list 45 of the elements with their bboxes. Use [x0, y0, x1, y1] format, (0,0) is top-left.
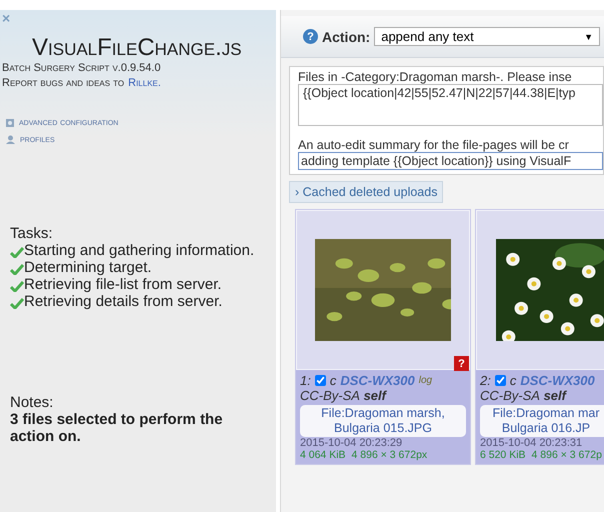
license-text: CC-By-SA: [480, 388, 540, 403]
text-area[interactable]: {{Object location|42|55|52.47|N|22|57|44.38|E|typ: [298, 84, 603, 126]
notes-text: 3 files selected to perform the action on.: [10, 411, 224, 445]
tasks-label: Tasks:: [10, 225, 54, 242]
file-index: 1:: [300, 373, 311, 388]
file-name-link[interactable]: File:Dragoman marsh, Bulgaria 015.JPG: [300, 405, 466, 437]
select-checkbox[interactable]: [494, 375, 506, 386]
summary-input[interactable]: adding template {{Object location}} using VisualF: [298, 152, 603, 170]
unknown-badge[interactable]: ?: [454, 356, 469, 371]
version-text: Batch Surgery Script v.0.9.54.0: [2, 62, 162, 74]
author-text: self: [364, 388, 386, 403]
action-label: Action:: [322, 28, 370, 44]
help-button[interactable]: ?: [303, 29, 318, 44]
file-dimensions: 4 896 × 3 672p: [532, 449, 602, 461]
files-intro-text: Files in -Category:Dragoman marsh-. Please inse: [298, 70, 573, 84]
file-dimensions: 4 896 × 3 672px: [352, 449, 428, 461]
sidebar-link[interactable]: profiles: [20, 134, 55, 145]
file-card[interactable]: ? 1: c DSC-WX300 log CC-By-SA self File:Dragoman marsh, Bulgaria 015.JPG 2015-10-04 20:23:29 4 064 KiB 4 896 × 3 672px: [295, 209, 471, 465]
file-size: 6 520 KiB: [480, 449, 526, 461]
file-name-link[interactable]: File:Dragoman mar Bulgaria 016.JP: [480, 405, 604, 437]
cached-uploads-button[interactable]: › Cached deleted uploads: [289, 181, 444, 203]
license-text: CC-By-SA: [300, 388, 360, 403]
notes-label: Notes:: [10, 394, 54, 411]
c-link[interactable]: c: [330, 373, 336, 388]
file-date: 2015-10-04 20:23:31: [480, 437, 584, 449]
app-title: VisualFileChange.js: [32, 34, 243, 62]
gear-icon: [6, 118, 14, 126]
sidebar-link[interactable]: advanced configuration: [19, 117, 118, 128]
report-text: Report bugs and ideas to: [2, 77, 124, 89]
task-text: Determining target.: [24, 259, 152, 276]
task-text: Retrieving file-list from server.: [24, 276, 222, 293]
action-select[interactable]: append any text ▼: [374, 27, 600, 46]
c-link[interactable]: c: [510, 373, 516, 388]
file-index: 2:: [480, 373, 491, 388]
task-text: Retrieving details from server.: [24, 293, 222, 310]
file-card[interactable]: 2: c DSC-WX300 CC-By-SA self File:Dragoman mar Bulgaria 016.JP 2015-10-04 20:23:31 6 520 KiB 4 896 × 3 672p: [475, 209, 604, 465]
file-date: 2015-10-04 20:23:29: [300, 437, 404, 449]
task-text: Starting and gathering information.: [24, 242, 254, 259]
user-icon: [6, 135, 15, 144]
select-checkbox[interactable]: [314, 375, 326, 386]
summary-intro-text: An auto-edit summary for the file-pages will be cr: [298, 138, 570, 152]
author-text: self: [544, 388, 566, 403]
tag-text: log: [418, 375, 432, 386]
author-link[interactable]: Rillke.: [128, 77, 161, 89]
file-size: 4 064 KiB: [300, 449, 346, 461]
